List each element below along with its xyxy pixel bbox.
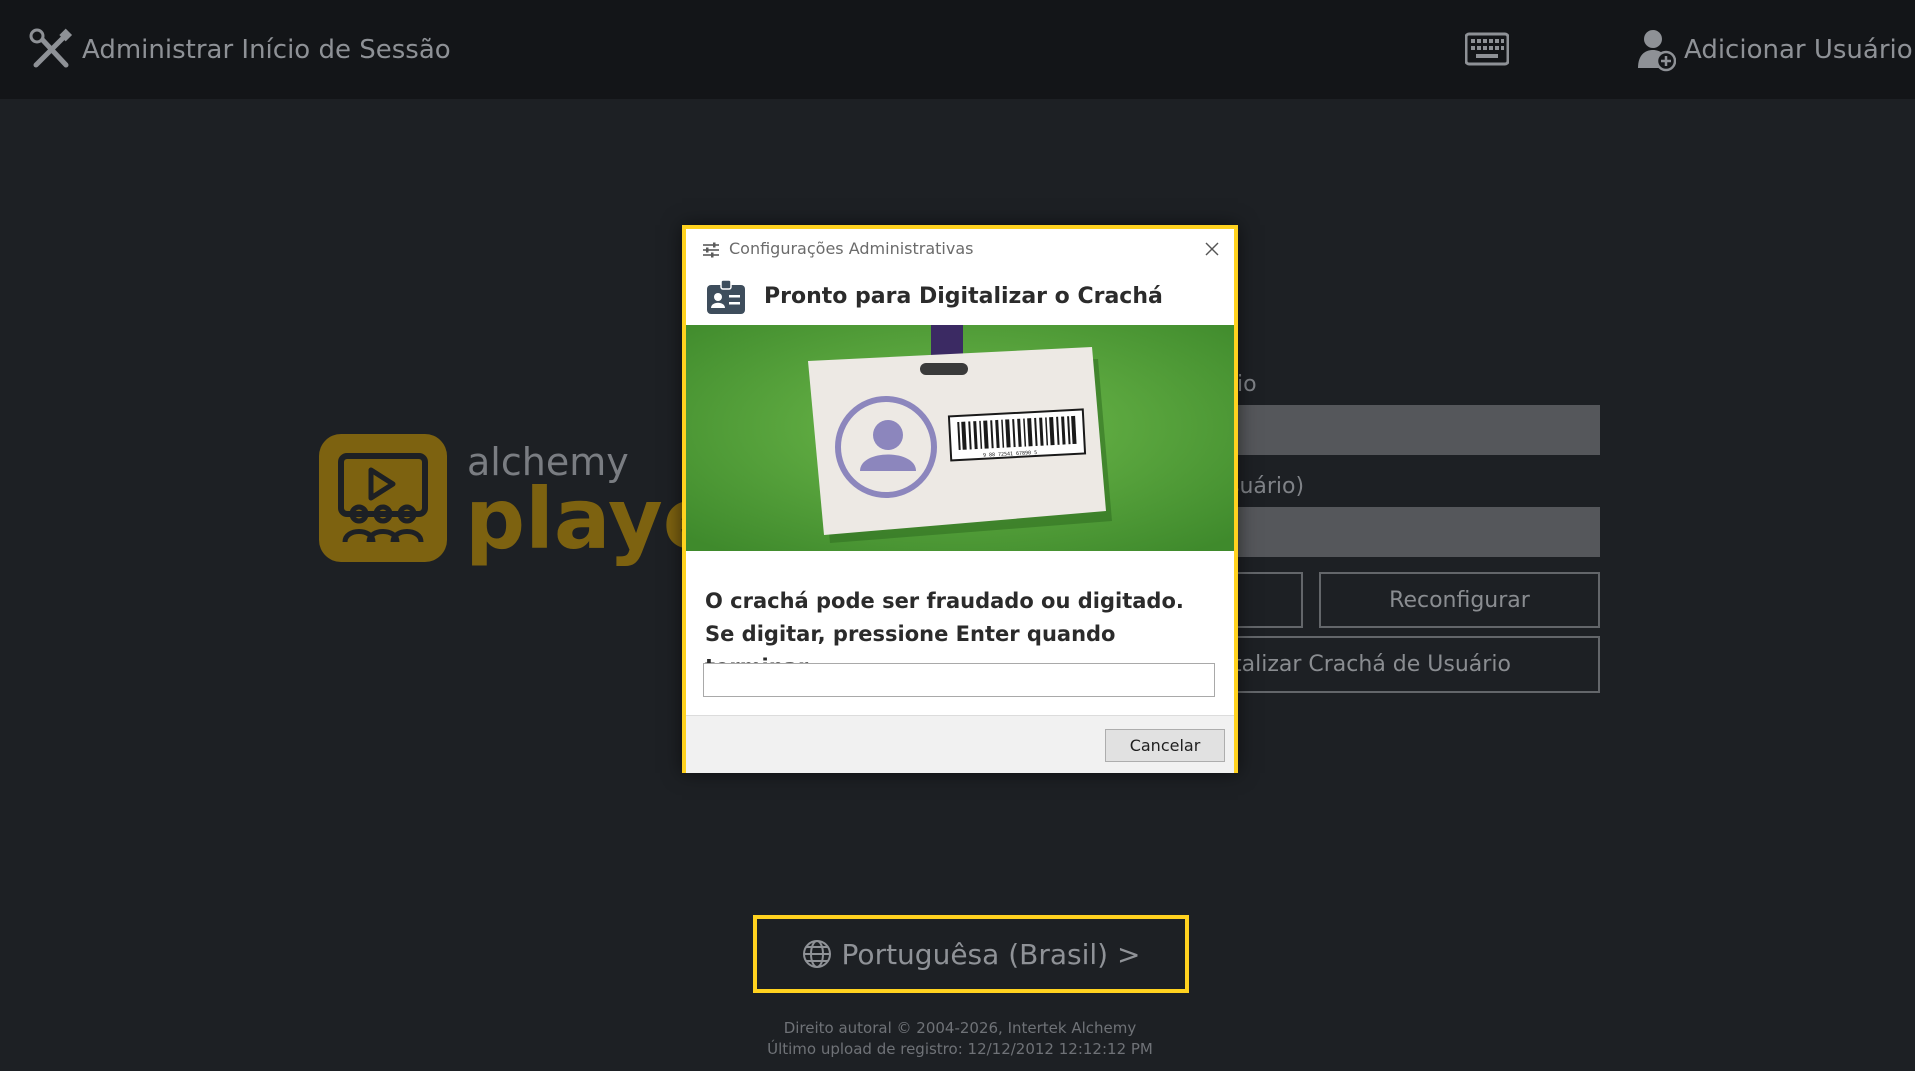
reconfigure-button[interactable]: Reconfigurar: [1319, 572, 1600, 628]
app-logo: [319, 434, 447, 562]
keyboard-icon[interactable]: [1465, 32, 1509, 66]
footer: Direito autoral © 2004-2026, Intertek Al…: [700, 1018, 1220, 1060]
username-input[interactable]: [1225, 405, 1600, 455]
close-icon[interactable]: [1204, 241, 1220, 257]
app-logo-wordmark: alchemy player: [465, 440, 685, 570]
dialog-title: Configurações Administrativas: [729, 239, 974, 258]
dialog-footer: Cancelar: [686, 715, 1234, 773]
password-input[interactable]: [1225, 507, 1600, 557]
tools-icon: [29, 28, 73, 68]
id-badge-icon: [707, 279, 745, 314]
badge-illustration: 9 88 72541 67890 5: [686, 325, 1234, 551]
globe-icon: [802, 940, 831, 968]
dialog-heading-text: Pronto para Digitalizar o Crachá: [764, 284, 1163, 309]
audience-play-icon: [338, 453, 428, 543]
settings-sliders-icon: [703, 242, 719, 258]
copyright-text: Direito autoral © 2004-2026, Intertek Al…: [783, 1019, 1137, 1037]
add-user-button[interactable]: Adicionar Usuário: [1636, 27, 1913, 73]
admin-login-button[interactable]: Administrar Início de Sessão: [28, 27, 451, 73]
dialog-titlebar: Configurações Administrativas: [686, 229, 1234, 269]
add-user-icon: [1638, 30, 1676, 72]
scan-badge-button[interactable]: talizar Crachá de Usuário: [1225, 636, 1600, 693]
admin-settings-dialog: Configurações Administrativas Pronto par…: [682, 225, 1238, 773]
admin-login-label: Administrar Início de Sessão: [82, 35, 451, 65]
cancel-button[interactable]: Cancelar: [1105, 729, 1225, 762]
badge-input[interactable]: [703, 663, 1215, 697]
password-label: suário): [1228, 474, 1305, 499]
top-bar: Administrar Início de Sessão Adicionar U…: [0, 0, 1915, 99]
id-badge-photo: 9 88 72541 67890 5: [686, 325, 1234, 551]
dialog-heading: Pronto para Digitalizar o Crachá: [686, 269, 1234, 325]
logo-word-player: player: [465, 470, 685, 568]
last-upload-text: Último upload de registro: 12/12/2012 12…: [767, 1040, 1153, 1058]
language-label: Portuguêsa (Brasil) >: [841, 937, 1141, 971]
add-user-label: Adicionar Usuário: [1684, 35, 1913, 65]
language-selector[interactable]: Portuguêsa (Brasil) >: [753, 915, 1189, 993]
